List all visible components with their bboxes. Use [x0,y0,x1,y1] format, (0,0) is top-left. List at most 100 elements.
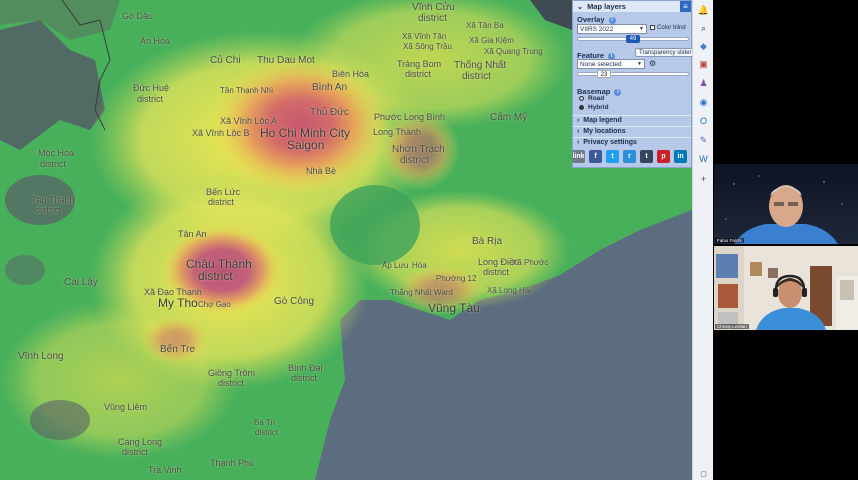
place-label: Xã Vĩnh Lộc A [220,116,278,126]
place-label: Giồng Trôm [208,368,256,378]
facebook-icon[interactable]: f [589,150,602,163]
place-label: Trảng Bom [397,59,442,69]
basemap-hybrid-radio[interactable]: Hybrid [579,104,609,111]
twitter-icon[interactable]: t [606,150,619,163]
place-label: Xã Vĩnh Tân [402,32,447,41]
menu-icon[interactable]: ≡ [680,1,691,12]
place-label: Tân An [178,229,207,239]
gear-icon[interactable]: ⚙ [649,59,656,68]
my-locations-label: My locations [583,128,626,135]
place-label: district [218,378,245,388]
outlook-icon[interactable]: O [697,115,710,128]
feature-select[interactable]: None selected ▼ [577,59,645,69]
bell-icon[interactable]: 🔔 [697,4,710,17]
place-label: Thắng Nhất Ward [390,288,453,297]
place-label: Long Thành [373,127,421,137]
toolbox-icon[interactable]: ▣ [697,58,710,71]
place-label: Xã Phước [512,258,549,267]
chevron-down-icon: ▼ [637,61,642,67]
place-label: Cẩm Mỹ [490,112,528,123]
place-label: Đức Huệ [133,83,170,93]
place-label: district [122,447,149,457]
place-label: Vĩnh Long [18,351,64,362]
place-label: Gò Dầu [122,11,154,21]
privacy-settings-section[interactable]: › Privacy settings [573,137,691,148]
place-label: Phước Long Bình [374,112,445,122]
chevron-down-icon: ⌄ [577,2,584,11]
basemap-road-label: Road [588,95,605,102]
place-label: district [400,155,429,166]
linkedin-icon[interactable]: in [674,150,687,163]
settings-icon[interactable]: ▢ [697,468,710,480]
place-label: Thạnh Phú [210,458,255,468]
place-label: Xã Gia Kiệm [469,36,514,45]
my-locations-section[interactable]: › My locations [573,126,691,137]
link-icon[interactable]: link [572,150,585,163]
add-icon[interactable]: + [697,173,710,186]
radio-selected-icon [579,104,584,110]
place-label: Xã Sông Trầu [403,42,452,51]
city-label-chau-thanh-district: district [198,269,233,283]
basemap-hybrid-label: Hybrid [588,104,609,111]
place-label: district [418,13,447,24]
place-label: Biên Hòa [332,69,370,79]
browser-side-toolbar: 🔔 ⌕ ◆ ▣ ♟ ◉ O ✎ W + ▢ [692,0,713,480]
info-icon[interactable]: i [614,88,622,96]
info-icon[interactable]: i [608,16,616,24]
video-tile-participant-2[interactable]: Christy Levitan [714,246,858,330]
feature-slider-thumb[interactable]: 23 [597,70,611,78]
city-label-chau-thanh: Châu Thành [186,257,252,271]
place-label: Xã Vĩnh Lộc B [192,128,250,138]
pinterest-icon[interactable]: p [657,150,670,163]
feature-opacity-slider[interactable] [577,72,689,76]
overlay-select[interactable]: VIIRS 2022 ▼ [577,24,647,34]
people-icon[interactable]: ♟ [697,77,710,90]
place-label: Bình Đại [288,363,323,373]
tumblr-icon[interactable]: t [640,150,653,163]
place-label: Tân Thạnh Nhì [220,86,274,95]
place-label: Nhơn Trạch [392,144,445,155]
place-label: district [483,267,510,277]
wallet-icon[interactable]: W [697,153,710,166]
privacy-settings-label: Privacy settings [583,139,637,146]
place-label: Xã Long Hải [487,286,532,295]
edit-icon[interactable]: ✎ [697,134,710,147]
place-label: Trà Vinh [148,465,182,475]
place-label: Bình An [312,82,348,93]
place-label: district [137,94,164,104]
place-label: Thủ Đức [310,107,349,118]
basemap-road-radio[interactable]: Road [579,95,604,102]
color-blind-label: Color blind [657,25,686,32]
map-legend-section[interactable]: › Map legend [573,115,691,126]
place-label: Bà Rịa [472,236,503,247]
place-label: Vũng Liêm [104,402,148,412]
place-label: district [405,69,432,79]
overlay-label: Overlay [577,15,605,24]
office-icon[interactable]: ◉ [697,96,710,109]
checkbox-icon [650,25,655,30]
overlay-section: Overlay i [573,15,691,24]
place-label: Mộc Hóa [38,148,75,158]
chevron-down-icon: ▼ [639,26,644,32]
search-icon[interactable]: ⌕ [697,22,710,35]
video-tile-participant-1[interactable]: Fabio Falchi [714,164,858,244]
radio-icon [579,95,584,101]
color-blind-checkbox[interactable]: Color blind [650,25,686,31]
overlay-slider-thumb[interactable]: 49 [626,35,640,43]
transparency-slider-button[interactable]: Transparency slider [635,48,696,57]
video-frame [714,246,858,330]
video-frame [714,164,858,244]
reddit-icon[interactable]: r [623,150,636,163]
place-label: district [291,373,318,383]
place-label: district [255,428,279,437]
place-label: district [35,205,62,215]
place-label: Vĩnh Cửu [412,2,455,13]
place-label: Phường 12 [436,274,477,283]
tag-icon[interactable]: ◆ [697,40,710,53]
map-layers-header[interactable]: ⌄ Map layers ≡ [573,1,691,12]
place-label: Ba Tri [254,418,275,427]
screen: Gò Dầu An Hòa Củ Chi Thu Dau Mot Vĩnh Cử… [0,0,858,480]
place-label: district [208,197,235,207]
feature-select-value: None selected [580,61,622,68]
place-label: district [40,159,67,169]
